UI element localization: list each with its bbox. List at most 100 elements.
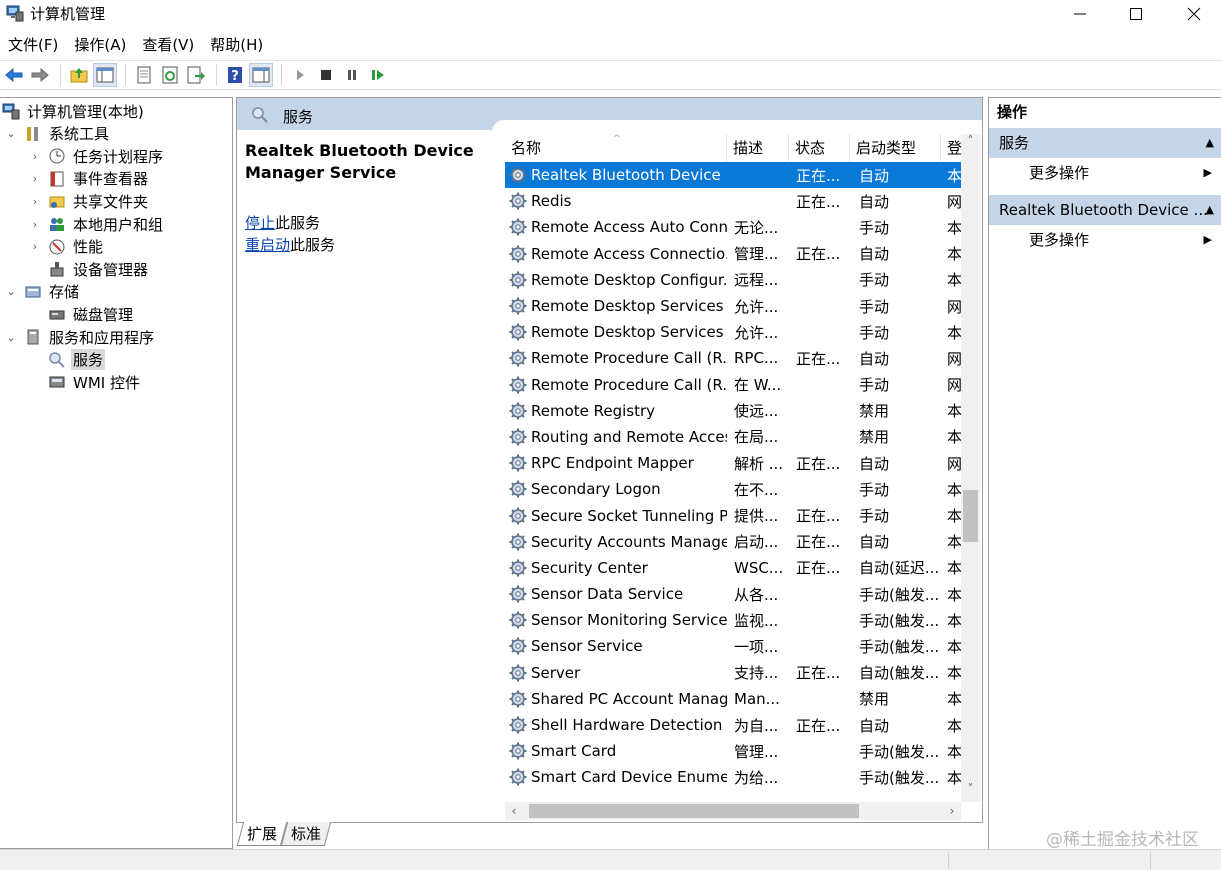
service-name: Server (531, 663, 581, 682)
minimize-button[interactable] (1051, 0, 1109, 28)
expand-chevron-icon[interactable]: ⌄ (4, 331, 18, 344)
collapse-icon[interactable]: ▲ (1206, 128, 1214, 158)
service-name-cell: Security Center (505, 558, 727, 578)
service-name: Remote Registry (531, 401, 656, 420)
show-hide-action-pane-button[interactable] (249, 63, 273, 87)
more-actions-selected-service[interactable]: 更多操作 ▶ (989, 226, 1221, 254)
refresh-button[interactable] (158, 63, 182, 87)
table-row[interactable]: Remote Registry 使远... 禁用 本 (505, 398, 961, 424)
table-row[interactable]: Shared PC Account Manager Man... 禁用 本 (505, 686, 961, 712)
tree-item[interactable]: › 任务计划程序 (28, 145, 165, 167)
menu-file[interactable]: 文件(F) (0, 33, 66, 57)
expand-chevron-icon[interactable]: › (28, 195, 42, 208)
tree-item[interactable]: WMI 控件 (28, 371, 142, 393)
vertical-scroll-thumb[interactable] (963, 490, 978, 542)
menu-view[interactable]: 查看(V) (134, 33, 202, 57)
table-row[interactable]: Remote Desktop Configur... 远程... 手动 本 (505, 267, 961, 293)
help-button[interactable]: ? (223, 63, 247, 87)
table-row[interactable]: Remote Desktop Services 允许... 手动 网 (505, 293, 961, 319)
table-row[interactable]: Remote Access Auto Conn... 无论... 手动 本 (505, 214, 961, 240)
table-row[interactable]: Remote Access Connectio... 管理... 正在... 自动 本 (505, 241, 961, 267)
tree-item[interactable]: 计算机管理(本地) (2, 100, 146, 122)
tree-item[interactable]: 设备管理器 (28, 258, 150, 280)
column-header-startup-type[interactable]: 启动类型 (850, 134, 941, 162)
service-gear-icon (509, 611, 527, 629)
restart-service-link[interactable]: 重启动 (245, 236, 290, 254)
scroll-up-icon[interactable]: ˄ (961, 134, 980, 152)
scroll-right-icon[interactable]: › (943, 802, 961, 820)
restart-service-button[interactable] (366, 63, 390, 87)
scroll-down-icon[interactable]: ˅ (961, 782, 980, 800)
tree-item[interactable]: › 事件查看器 (28, 168, 150, 190)
expand-chevron-icon[interactable]: ⌄ (4, 285, 18, 298)
table-row[interactable]: Sensor Data Service 从各... 手动(触发... 本 (505, 581, 961, 607)
tree-item[interactable]: ⌄ 系统工具 (4, 123, 111, 145)
horizontal-scrollbar[interactable]: ‹ › (505, 802, 961, 820)
table-row[interactable]: Remote Procedure Call (R... RPC... 正在... 自动… (505, 345, 961, 371)
table-row[interactable]: Shell Hardware Detection 为自... 正在... 自动 本 (505, 712, 961, 738)
service-gear-icon (509, 454, 527, 472)
forward-button[interactable] (28, 63, 52, 87)
column-header-logon[interactable]: 登 (941, 134, 962, 162)
close-button[interactable] (1165, 0, 1221, 28)
table-row[interactable]: Smart Card Device Enumer... 为给... 手动(触发...… (505, 764, 961, 790)
stop-service-button[interactable] (314, 63, 338, 87)
table-row[interactable]: Remote Procedure Call (R... 在 W... 手动 网 (505, 372, 961, 398)
expand-chevron-icon[interactable]: › (28, 240, 42, 253)
menu-help[interactable]: 帮助(H) (202, 33, 271, 57)
expand-chevron-icon[interactable]: › (28, 172, 42, 185)
users-icon (50, 218, 64, 231)
table-row[interactable]: Smart Card 管理... 手动(触发... 本 (505, 738, 961, 764)
tree-item[interactable]: ⌄ 存储 (4, 281, 81, 303)
table-row[interactable]: Secondary Logon 在不... 手动 本 (505, 476, 961, 502)
table-row[interactable]: Security Center WSC... 正在... 自动(延迟... 本 (505, 555, 961, 581)
service-name: Remote Desktop Services (531, 297, 724, 316)
up-level-button[interactable] (67, 63, 91, 87)
back-button[interactable] (2, 63, 26, 87)
tree-item[interactable]: › 本地用户和组 (28, 213, 165, 235)
services-apps-icon (27, 329, 39, 345)
tab-standard[interactable]: 标准 (280, 822, 332, 846)
expand-chevron-icon[interactable]: › (28, 150, 42, 163)
actions-section-services[interactable]: 服务 ▲ (989, 128, 1221, 158)
tab-extended[interactable]: 扩展 (236, 822, 288, 846)
table-row[interactable]: Redis 正在... 自动 网 (505, 188, 961, 214)
column-header-status[interactable]: 状态 (789, 134, 850, 162)
tree-item[interactable]: 服务 (28, 349, 106, 371)
column-header-description[interactable]: 描述 (727, 134, 789, 162)
table-row[interactable]: Sensor Monitoring Service 监视... 手动(触发... 本 (505, 607, 961, 633)
table-row[interactable]: Sensor Service 一项... 手动(触发... 本 (505, 633, 961, 659)
service-startup-cell: 自动 (859, 166, 890, 185)
tree-item-label: 存储 (49, 283, 80, 302)
horizontal-scroll-thumb[interactable] (529, 804, 859, 818)
table-row[interactable]: Security Accounts Manager 启动... 正在... 自动 本 (505, 529, 961, 555)
stop-service-link[interactable]: 停止 (245, 214, 275, 232)
pause-service-button[interactable] (340, 63, 364, 87)
table-row[interactable]: Remote Desktop Services ... 允许... 手动 本 (505, 319, 961, 345)
expand-chevron-icon[interactable]: ⌄ (4, 127, 18, 140)
properties-button[interactable] (132, 63, 156, 87)
start-service-button[interactable] (288, 63, 312, 87)
table-row[interactable]: Server 支持... 正在... 自动(触发... 本 (505, 660, 961, 686)
expand-chevron-icon[interactable]: › (28, 218, 42, 231)
table-row[interactable]: Routing and Remote Access 在局... 禁用 本 (505, 424, 961, 450)
tree-item[interactable]: 磁盘管理 (28, 303, 135, 325)
tree-item[interactable]: ⌄ 服务和应用程序 (4, 326, 156, 348)
column-header-name[interactable]: ^ 名称 (505, 134, 727, 162)
service-startup-cell: 手动(触发... (859, 637, 940, 656)
vertical-scrollbar[interactable]: ˄ ˅ (961, 134, 980, 802)
table-row[interactable]: Secure Socket Tunneling P... 提供... 正在... 手动… (505, 502, 961, 528)
maximize-button[interactable] (1107, 0, 1165, 28)
show-hide-tree-button[interactable] (93, 63, 117, 87)
tree-item[interactable]: › 共享文件夹 (28, 190, 150, 212)
tree-item[interactable]: › 性能 (28, 236, 105, 258)
more-actions-services[interactable]: 更多操作 ▶ (989, 159, 1221, 187)
menu-action[interactable]: 操作(A) (66, 33, 134, 57)
export-list-button[interactable] (184, 63, 208, 87)
computer-management-icon (6, 5, 24, 22)
table-row[interactable]: Realtek Bluetooth Device ... 正在... 自动 本 (505, 162, 961, 189)
actions-section-selected-service[interactable]: Realtek Bluetooth Device ... ▲ (989, 195, 1221, 225)
table-row[interactable]: RPC Endpoint Mapper 解析 ... 正在... 自动 网 (505, 450, 961, 476)
scroll-left-icon[interactable]: ‹ (505, 802, 523, 820)
collapse-icon[interactable]: ▲ (1206, 195, 1214, 225)
